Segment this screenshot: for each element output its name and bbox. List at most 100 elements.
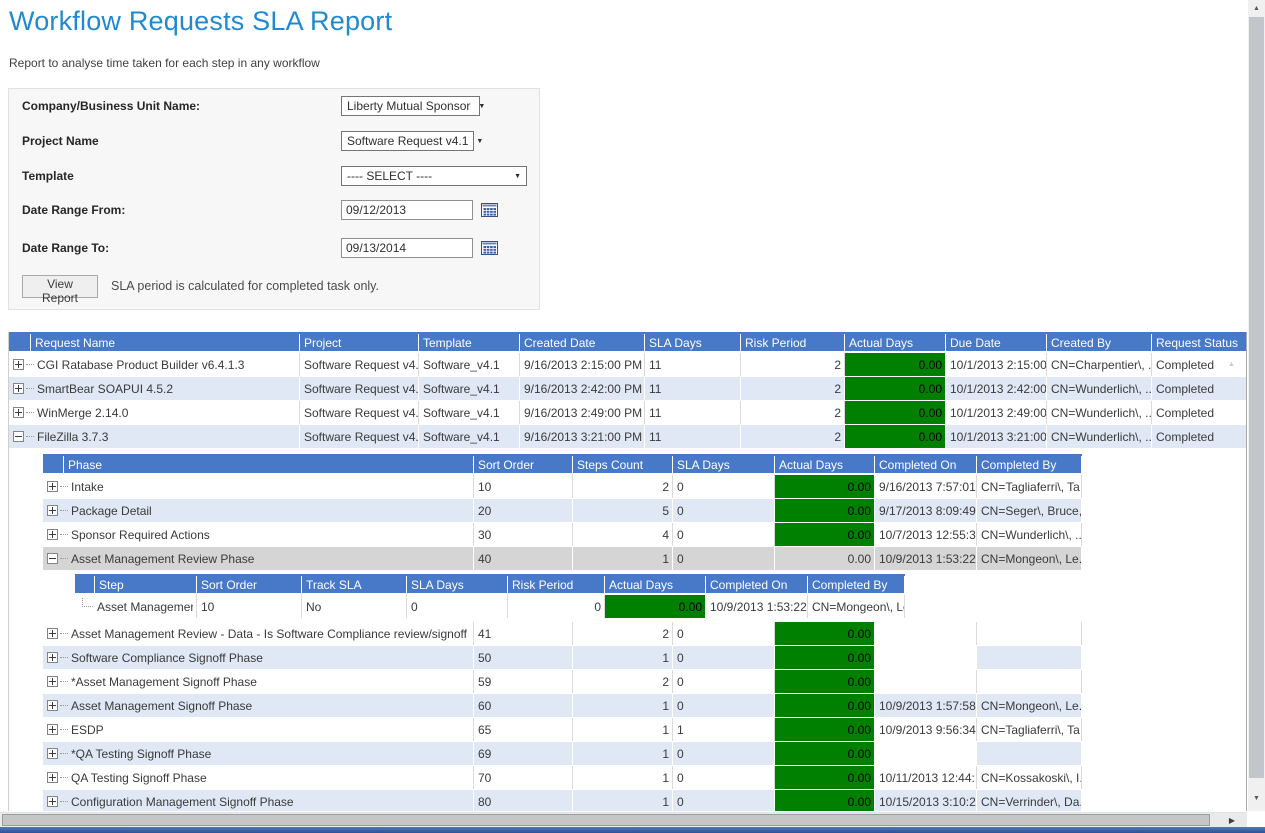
cell-completed_by: CN=Mongeon\, Le... (808, 595, 904, 618)
cell-actual: 0.00 (775, 475, 874, 498)
expand-icon[interactable] (47, 700, 58, 711)
phase-row: Asset Management Review Phase40100.0010/… (43, 547, 1246, 570)
expand-icon[interactable] (47, 796, 58, 807)
cell-steps: 1 (573, 742, 672, 765)
expand-icon[interactable] (13, 407, 24, 418)
company-select[interactable]: Liberty Mutual Sponsor ▼ (341, 96, 480, 116)
view-report-button[interactable]: View Report (22, 275, 98, 298)
collapse-icon[interactable] (13, 431, 24, 442)
expand-icon[interactable] (47, 652, 58, 663)
cell-completed_by: CN=Mongeon\, Le... (977, 547, 1081, 570)
step-table-section: StepSort OrderTrack SLASLA DaysRisk Peri… (75, 574, 1246, 619)
project-select-value: Software Request v4.1 (347, 134, 468, 148)
cell-risk: 0 (508, 595, 604, 618)
scroll-down-icon[interactable]: ▼ (1248, 790, 1265, 807)
expand-icon[interactable] (47, 505, 58, 516)
header-created: Created Date (520, 334, 644, 351)
cell-text: CGI Ratabase Product Builder v6.4.1.3 (37, 358, 244, 372)
cell-steps: 1 (573, 547, 672, 570)
cell-completed_on: 10/9/2013 1:53:22 ... (875, 547, 976, 570)
scroll-right-icon[interactable]: ▶ (1224, 813, 1240, 828)
cell-actual: 0.00 (775, 670, 874, 693)
cell-created: 9/16/2013 2:49:00 PM (520, 401, 644, 424)
cell-sort: 10 (474, 475, 572, 498)
expand-icon[interactable] (47, 724, 58, 735)
cell-phase: QA Testing Signoff Phase (43, 766, 473, 789)
date-from-input[interactable] (341, 200, 473, 220)
cell-sla: 11 (645, 377, 740, 400)
tree-dots (60, 534, 68, 535)
template-select-value: ---- SELECT ---- (347, 169, 432, 183)
cell-completed_on (875, 622, 976, 645)
cell-name: CGI Ratabase Product Builder v6.4.1.3 (9, 353, 299, 376)
project-select[interactable]: Software Request v4.1 ▼ (341, 131, 474, 151)
company-select-value: Liberty Mutual Sponsor (347, 99, 470, 113)
cell-phase: Package Detail (43, 499, 473, 522)
collapse-icon[interactable] (47, 553, 58, 564)
calendar-icon[interactable] (481, 202, 498, 217)
cell-sla: 0 (673, 475, 774, 498)
header-sort: Sort Order (474, 456, 572, 473)
phase-table-section: PhaseSort OrderSteps CountSLA DaysActual… (43, 454, 1246, 571)
tree-dots (60, 753, 68, 754)
cell-due: 10/1/2013 2:42:00 ... (946, 377, 1046, 400)
header-risk: Risk Period (741, 334, 844, 351)
cell-sla: 0 (673, 670, 774, 693)
phase-row: QA Testing Signoff Phase70100.0010/11/20… (43, 766, 1246, 789)
request-row: SmartBear SOAPUI 4.5.2Software Request v… (9, 377, 1246, 400)
cell-sort: 30 (474, 523, 572, 546)
page-subtitle: Report to analyse time taken for each st… (9, 56, 320, 70)
expand-icon[interactable] (13, 383, 24, 394)
expand-icon[interactable] (47, 628, 58, 639)
expand-icon[interactable] (47, 676, 58, 687)
request-table-section: Request NameProjectTemplateCreated DateS… (9, 332, 1246, 449)
tree-dots (60, 681, 68, 682)
expand-icon[interactable] (47, 748, 58, 759)
cell-text: Intake (71, 480, 104, 494)
tree-dots (26, 436, 34, 437)
date-to-input[interactable] (341, 238, 473, 258)
cell-text: FileZilla 3.7.3 (37, 430, 108, 444)
header-phase: Phase (64, 456, 473, 473)
template-select[interactable]: ---- SELECT ---- ▼ (341, 166, 527, 186)
calendar-icon[interactable] (481, 240, 498, 255)
cell-text: Configuration Management Signoff Phase (71, 795, 294, 809)
cell-text: Asset Managemen... (97, 600, 193, 614)
header-sla: SLA Days (407, 576, 507, 593)
cell-text: QA Testing Signoff Phase (71, 771, 207, 785)
cell-completed_on: 9/16/2013 7:57:01 ... (875, 475, 976, 498)
request-row: WinMerge 2.14.0Software Request v4.1Soft… (9, 401, 1246, 424)
cell-steps: 1 (573, 646, 672, 669)
report-parameters-panel: Company/Business Unit Name: Project Name… (8, 88, 540, 310)
header-template: Template (419, 334, 519, 351)
scrollbar-corner (1248, 811, 1265, 827)
scroll-up-icon[interactable]: ▲ (1248, 0, 1265, 17)
cell-risk: 2 (741, 401, 844, 424)
expand-icon[interactable] (47, 481, 58, 492)
cell-sla: 0 (673, 790, 774, 811)
cell-text: Package Detail (71, 504, 152, 518)
cell-actual: 0.00 (845, 425, 945, 448)
request-header-row: Request NameProjectTemplateCreated DateS… (9, 334, 1246, 351)
cell-text: ESDP (71, 723, 104, 737)
tree-dots (60, 510, 68, 511)
phase-row: Software Compliance Signoff Phase50100.0… (43, 646, 1246, 669)
header-stub-cell (43, 456, 63, 473)
cell-project: Software Request v4.1 (300, 377, 418, 400)
cell-phase: Software Compliance Signoff Phase (43, 646, 473, 669)
phase-row: ESDP65110.0010/9/2013 9:56:34 ...CN=Tagl… (43, 718, 1246, 741)
inner-scroll-up-icon[interactable]: ▲ (1228, 361, 1235, 368)
tree-dots (60, 633, 68, 634)
step-row: Asset Managemen...10No000.0010/9/2013 1:… (75, 595, 1246, 618)
vertical-scrollbar-thumb[interactable] (1249, 17, 1264, 778)
expand-icon[interactable] (47, 772, 58, 783)
cell-completed_by: CN=Tagliaferri\, Ta... (977, 475, 1081, 498)
cell-completed_on: 10/7/2013 12:55:3... (875, 523, 976, 546)
cell-steps: 2 (573, 622, 672, 645)
cell-completed_on: 10/9/2013 9:56:34 ... (875, 718, 976, 741)
cell-sort: 70 (474, 766, 572, 789)
expand-icon[interactable] (13, 359, 24, 370)
header-completed_on: Completed On (706, 576, 807, 593)
horizontal-scrollbar-thumb[interactable] (2, 814, 1210, 826)
expand-icon[interactable] (47, 529, 58, 540)
